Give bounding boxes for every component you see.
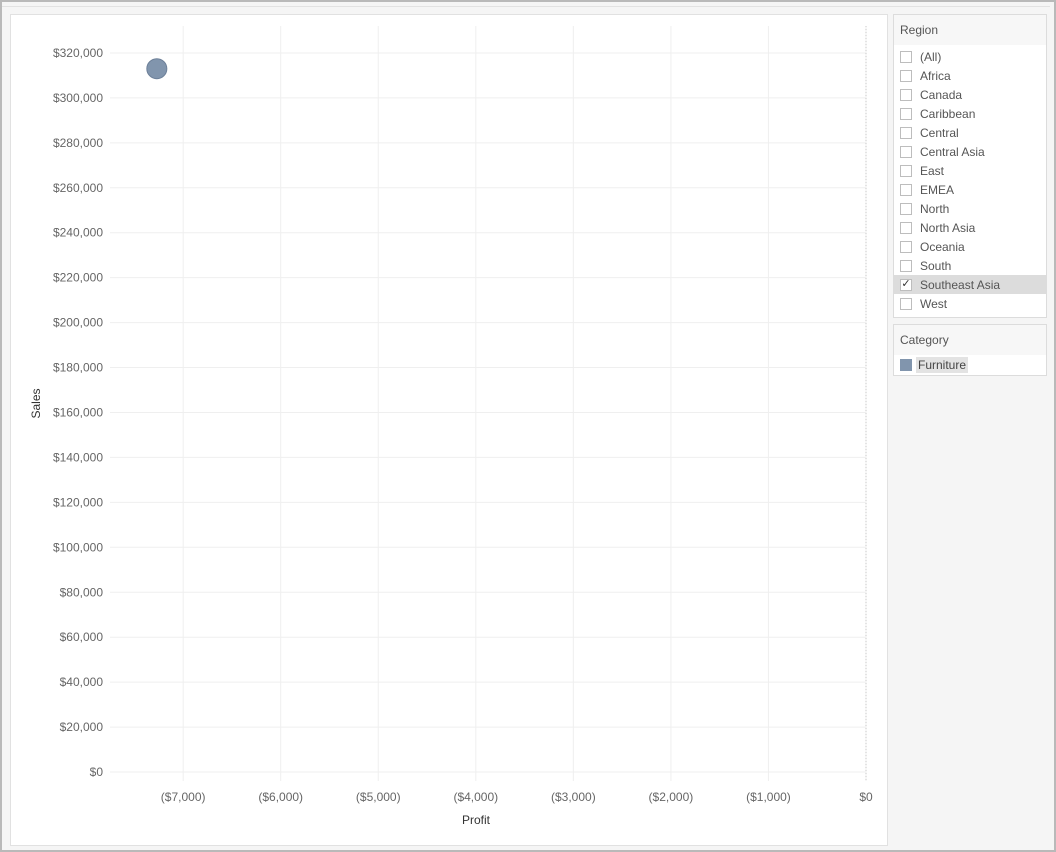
region-filter-item[interactable]: (All) xyxy=(894,47,1046,66)
region-filter-item[interactable]: ✓ Southeast Asia xyxy=(894,275,1046,294)
checkbox[interactable] xyxy=(900,297,912,310)
x-axis-ticks: ($7,000) ($6,000) ($5,000) ($4,000) ($3,000)… xyxy=(161,790,873,804)
y-tick-label: $280,000 xyxy=(53,136,103,150)
region-filter-label: East xyxy=(920,163,945,178)
x-tick-label: ($1,000) xyxy=(746,790,791,804)
region-filter-label: Central Asia xyxy=(920,144,985,159)
checkbox[interactable]: ✓ xyxy=(900,278,912,291)
region-filter-label: West xyxy=(920,296,948,311)
checkbox[interactable] xyxy=(900,145,912,158)
category-legend-items: Furniture xyxy=(894,355,1046,376)
y-tick-label: $180,000 xyxy=(53,361,103,375)
region-filter-item[interactable]: North xyxy=(894,199,1046,218)
region-filter-title: Region xyxy=(894,15,1046,45)
checkbox[interactable] xyxy=(900,126,912,139)
region-filter-label: (All) xyxy=(920,49,942,64)
legend-item[interactable]: Furniture xyxy=(894,355,1046,376)
checkbox[interactable] xyxy=(900,259,912,272)
y-tick-label: $0 xyxy=(90,765,104,779)
y-tick-label: $120,000 xyxy=(53,495,103,509)
y-tick-label: $240,000 xyxy=(53,226,103,240)
y-axis-title: Sales xyxy=(29,388,43,418)
category-legend-title: Category xyxy=(894,325,1046,355)
grid-lines xyxy=(110,26,867,781)
region-filter-label: EMEA xyxy=(920,182,955,197)
y-tick-label: $60,000 xyxy=(60,630,104,644)
x-tick-label: ($2,000) xyxy=(649,790,694,804)
x-tick-label: ($7,000) xyxy=(161,790,206,804)
region-filter-label: Caribbean xyxy=(920,106,976,121)
region-filter-item[interactable]: South xyxy=(894,256,1046,275)
chart-marks xyxy=(146,58,168,80)
checkbox[interactable] xyxy=(900,221,912,234)
y-tick-label: $140,000 xyxy=(53,450,103,464)
y-tick-label: $200,000 xyxy=(53,316,103,330)
scatter-chart: $0 $20,000 $40,000 $60,000 $80,000 $100,000 $1… xyxy=(29,26,873,827)
x-axis-title: Profit xyxy=(462,813,491,827)
x-tick-label: ($5,000) xyxy=(356,790,401,804)
region-filter-label: Canada xyxy=(920,87,963,102)
region-filter-item[interactable]: Oceania xyxy=(894,237,1046,256)
region-filter-label: South xyxy=(920,258,952,273)
y-tick-label: $100,000 xyxy=(53,540,103,554)
checkbox[interactable] xyxy=(900,164,912,177)
region-filter-label: North Asia xyxy=(920,220,976,235)
region-filter-item[interactable]: Central Asia xyxy=(894,142,1046,161)
region-filter-label: Southeast Asia xyxy=(920,277,1001,292)
region-filter-item[interactable]: Africa xyxy=(894,66,1046,85)
region-filter-item[interactable]: West xyxy=(894,294,1046,313)
y-axis-ticks: $0 $20,000 $40,000 $60,000 $80,000 $100,000 $1… xyxy=(53,46,103,779)
region-filter-item[interactable]: EMEA xyxy=(894,180,1046,199)
y-tick-label: $300,000 xyxy=(53,91,103,105)
region-filter-item[interactable]: East xyxy=(894,161,1046,180)
region-filter-item[interactable]: Central xyxy=(894,123,1046,142)
y-tick-label: $40,000 xyxy=(60,675,104,689)
checkbox[interactable] xyxy=(900,240,912,253)
checkbox[interactable] xyxy=(900,183,912,196)
y-tick-label: $320,000 xyxy=(53,46,103,60)
checkbox[interactable] xyxy=(900,50,912,63)
legend-label: Furniture xyxy=(916,357,969,373)
checkbox[interactable] xyxy=(900,202,912,215)
toolbar-strip xyxy=(2,2,1050,7)
x-tick-label: ($4,000) xyxy=(453,790,498,804)
y-tick-label: $20,000 xyxy=(60,720,104,734)
checkbox[interactable] xyxy=(900,69,912,82)
y-tick-label: $80,000 xyxy=(60,585,104,599)
checkbox[interactable] xyxy=(900,107,912,120)
legend-swatch xyxy=(900,359,912,371)
data-point-furniture[interactable] xyxy=(146,58,168,80)
category-legend-card: Category Furniture xyxy=(893,324,1047,376)
chart-sheet: $0 $20,000 $40,000 $60,000 $80,000 $100,000 $1… xyxy=(10,14,888,846)
region-filter-card: Region (All) Africa Canada Caribbean Central… xyxy=(893,14,1047,318)
region-filter-item[interactable]: North Asia xyxy=(894,218,1046,237)
region-filter-label: Central xyxy=(920,125,959,140)
y-tick-label: $260,000 xyxy=(53,181,103,195)
region-filter-label: North xyxy=(920,201,950,216)
region-filter-label: Oceania xyxy=(920,239,965,254)
region-filter-list: (All) Africa Canada Caribbean Central Central… xyxy=(894,45,1046,316)
x-tick-label: ($3,000) xyxy=(551,790,596,804)
region-filter-label: Africa xyxy=(920,68,951,83)
x-tick-label: ($6,000) xyxy=(258,790,303,804)
region-filter-item[interactable]: Caribbean xyxy=(894,104,1046,123)
y-tick-label: $160,000 xyxy=(53,405,103,419)
x-tick-label: $0 xyxy=(859,790,873,804)
checkbox[interactable] xyxy=(900,88,912,101)
y-tick-label: $220,000 xyxy=(53,271,103,285)
region-filter-item[interactable]: Canada xyxy=(894,85,1046,104)
